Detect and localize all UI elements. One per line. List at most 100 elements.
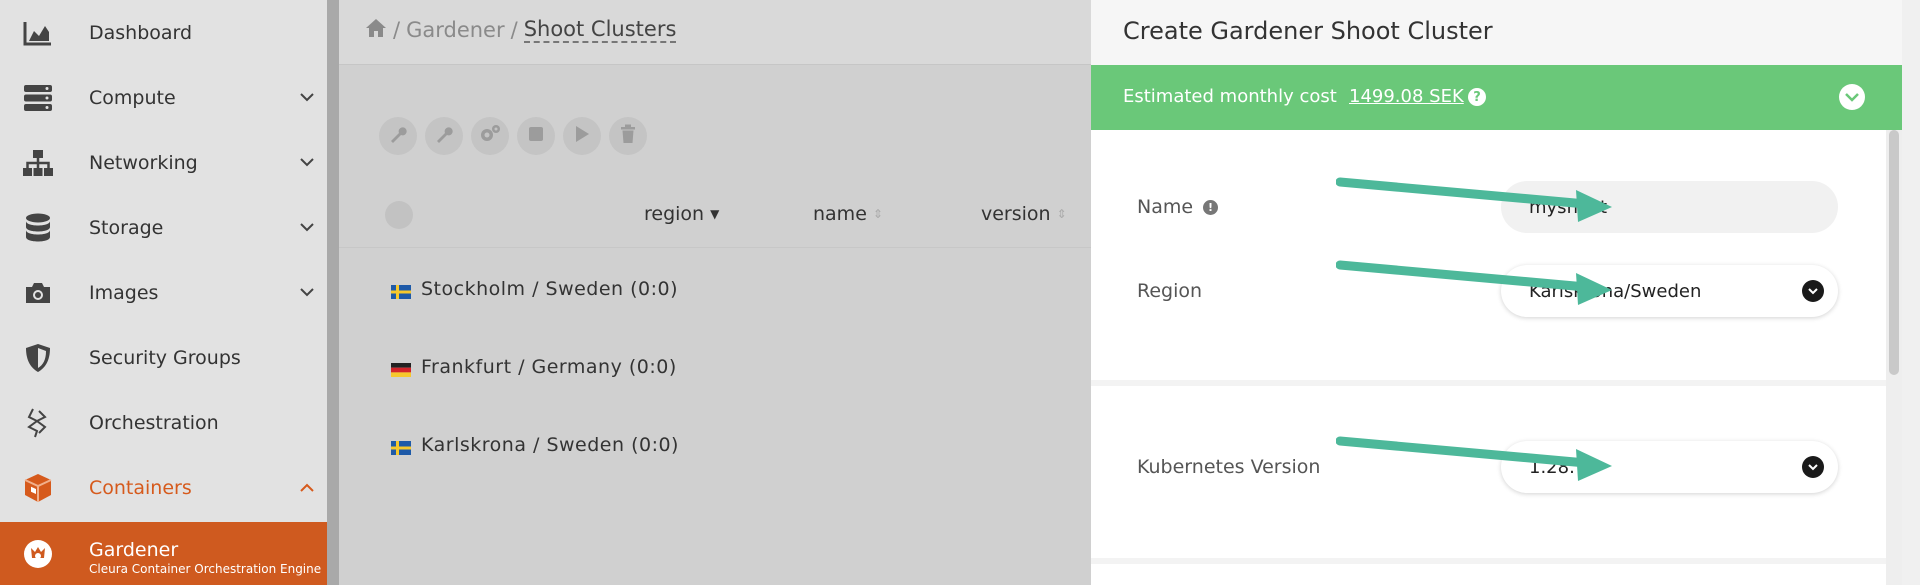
- sidebar-subitem-sublabel: Cleura Container Orchestration Engine: [89, 562, 322, 576]
- germany-flag-icon: [391, 360, 411, 377]
- select-all-checkbox[interactable]: [385, 201, 413, 229]
- gears-icon: [479, 124, 501, 148]
- info-icon[interactable]: !: [1203, 199, 1219, 215]
- home-icon[interactable]: [365, 18, 387, 43]
- region-group-label: Frankfurt / Germany (0:0): [421, 356, 677, 378]
- region-group-label: Stockholm / Sweden (0:0): [421, 278, 679, 300]
- page-scrollbar[interactable]: [1902, 0, 1920, 585]
- sweden-flag-icon: [391, 282, 411, 299]
- sidebar-item-containers[interactable]: Containers: [0, 455, 327, 520]
- gardener-icon: [22, 538, 54, 570]
- delete-button[interactable]: [609, 117, 647, 155]
- sidebar-item-orchestration[interactable]: Orchestration: [0, 390, 327, 455]
- database-icon: [22, 212, 54, 244]
- name-label-text: Name: [1137, 196, 1194, 218]
- wrench-button[interactable]: [379, 117, 417, 155]
- column-header-label: version: [981, 203, 1051, 225]
- sort-down-icon: ▼: [710, 207, 720, 221]
- chevron-down-icon: [1802, 280, 1824, 302]
- top-bar: / Gardener / Shoot Clusters: [339, 0, 1091, 65]
- column-header-name[interactable]: name ⇕: [813, 203, 883, 225]
- stop-icon: [528, 126, 544, 146]
- shield-icon: [22, 342, 54, 374]
- sidebar-subitem-label: Gardener: [89, 539, 179, 561]
- table-header: region ▼ name ⇕ version ⇕: [339, 193, 1091, 248]
- region-group-label: Karlskrona / Sweden (0:0): [421, 434, 679, 456]
- breadcrumb-shoot-clusters[interactable]: Shoot Clusters: [523, 17, 677, 43]
- panel-header: Create Gardener Shoot Cluster: [1091, 0, 1902, 65]
- sidebar-item-label: Images: [89, 281, 159, 304]
- breadcrumb-separator: /: [393, 18, 401, 42]
- table-row[interactable]: Stockholm / Sweden (0:0): [391, 278, 678, 300]
- table-row[interactable]: Karlskrona / Sweden (0:0): [391, 434, 679, 456]
- sidebar-item-label: Security Groups: [89, 346, 241, 369]
- column-header-label: name: [813, 203, 867, 225]
- chevron-down-icon[interactable]: [296, 282, 318, 304]
- sidebar-item-label: Dashboard: [89, 21, 193, 44]
- cost-bar[interactable]: Estimated monthly cost 1499.08 SEK ?: [1091, 65, 1902, 130]
- sidebar-item-label: Orchestration: [89, 411, 219, 434]
- k8s-version-label-text: Kubernetes Version: [1137, 456, 1321, 478]
- sidebar-item-compute[interactable]: Compute: [0, 65, 327, 130]
- sort-icon: ⇕: [872, 207, 883, 221]
- wrench-icon: [434, 124, 454, 148]
- chevron-up-icon[interactable]: [296, 477, 318, 499]
- sort-icon: ⇕: [1056, 207, 1067, 221]
- region-label-text: Region: [1137, 280, 1203, 302]
- sidebar-item-label: Storage: [89, 216, 164, 239]
- k8s-version-field-label: Kubernetes Version: [1137, 456, 1320, 478]
- action-toolbar: [379, 117, 647, 155]
- panel-title: Create Gardener Shoot Cluster: [1123, 17, 1493, 45]
- sidebar-item-dashboard[interactable]: Dashboard: [0, 0, 327, 65]
- next-section: [1091, 564, 1886, 585]
- chevron-down-icon: [1802, 456, 1824, 478]
- sidebar-scrollbar[interactable]: [327, 0, 339, 585]
- orchestration-icon: [22, 407, 54, 439]
- play-button[interactable]: [563, 117, 601, 155]
- chevron-down-icon[interactable]: [296, 217, 318, 239]
- sidebar-item-label: Containers: [89, 476, 192, 499]
- sidebar-item-networking[interactable]: Networking: [0, 130, 327, 195]
- breadcrumb-gardener[interactable]: Gardener: [406, 18, 505, 42]
- cost-label: Estimated monthly cost: [1123, 86, 1337, 107]
- chevron-down-icon[interactable]: [296, 152, 318, 174]
- sidebar-item-images[interactable]: Images: [0, 260, 327, 325]
- server-icon: [22, 82, 54, 114]
- wrench-icon: [388, 124, 408, 148]
- wrench-button-2[interactable]: [425, 117, 463, 155]
- annotation-arrow-region: [1336, 260, 1612, 305]
- panel-scrollbar[interactable]: [1886, 130, 1902, 585]
- breadcrumb: / Gardener / Shoot Clusters: [365, 17, 677, 43]
- cost-value[interactable]: 1499.08 SEK: [1349, 86, 1464, 107]
- panel-scrollbar-thumb[interactable]: [1889, 130, 1899, 375]
- table-row[interactable]: Frankfurt / Germany (0:0): [391, 356, 677, 378]
- play-icon: [574, 125, 590, 147]
- sweden-flag-icon: [391, 438, 411, 455]
- camera-icon: [22, 277, 54, 309]
- trash-icon: [620, 124, 636, 148]
- column-header-label: region: [644, 203, 705, 225]
- sidebar-item-label: Compute: [89, 86, 176, 109]
- sidebar: Dashboard Compute Networking Storage Ima…: [0, 0, 327, 585]
- question-icon[interactable]: ?: [1468, 88, 1486, 106]
- chevron-down-icon[interactable]: [296, 87, 318, 109]
- sidebar-subitem-gardener[interactable]: Gardener Cleura Container Orchestration …: [0, 522, 327, 585]
- cube-icon: [22, 472, 54, 504]
- sitemap-icon: [22, 147, 54, 179]
- sidebar-item-security-groups[interactable]: Security Groups: [0, 325, 327, 390]
- region-field-label: Region: [1137, 280, 1202, 302]
- create-cluster-panel: Create Gardener Shoot Cluster Estimated …: [1091, 0, 1902, 585]
- stop-button[interactable]: [517, 117, 555, 155]
- breadcrumb-separator: /: [510, 18, 518, 42]
- column-header-version[interactable]: version ⇕: [981, 203, 1067, 225]
- annotation-arrow-k8s-version: [1336, 436, 1612, 481]
- sidebar-item-label: Networking: [89, 151, 198, 174]
- main-content: / Gardener / Shoot Clusters region ▼ nam…: [339, 0, 1091, 585]
- settings-button[interactable]: [471, 117, 509, 155]
- annotation-arrow-name: [1336, 177, 1612, 222]
- name-field-label: Name !: [1137, 196, 1219, 218]
- sidebar-item-storage[interactable]: Storage: [0, 195, 327, 260]
- column-header-region[interactable]: region ▼: [644, 203, 719, 225]
- chart-area-icon: [22, 17, 54, 49]
- chevron-down-circle-icon[interactable]: [1839, 84, 1865, 110]
